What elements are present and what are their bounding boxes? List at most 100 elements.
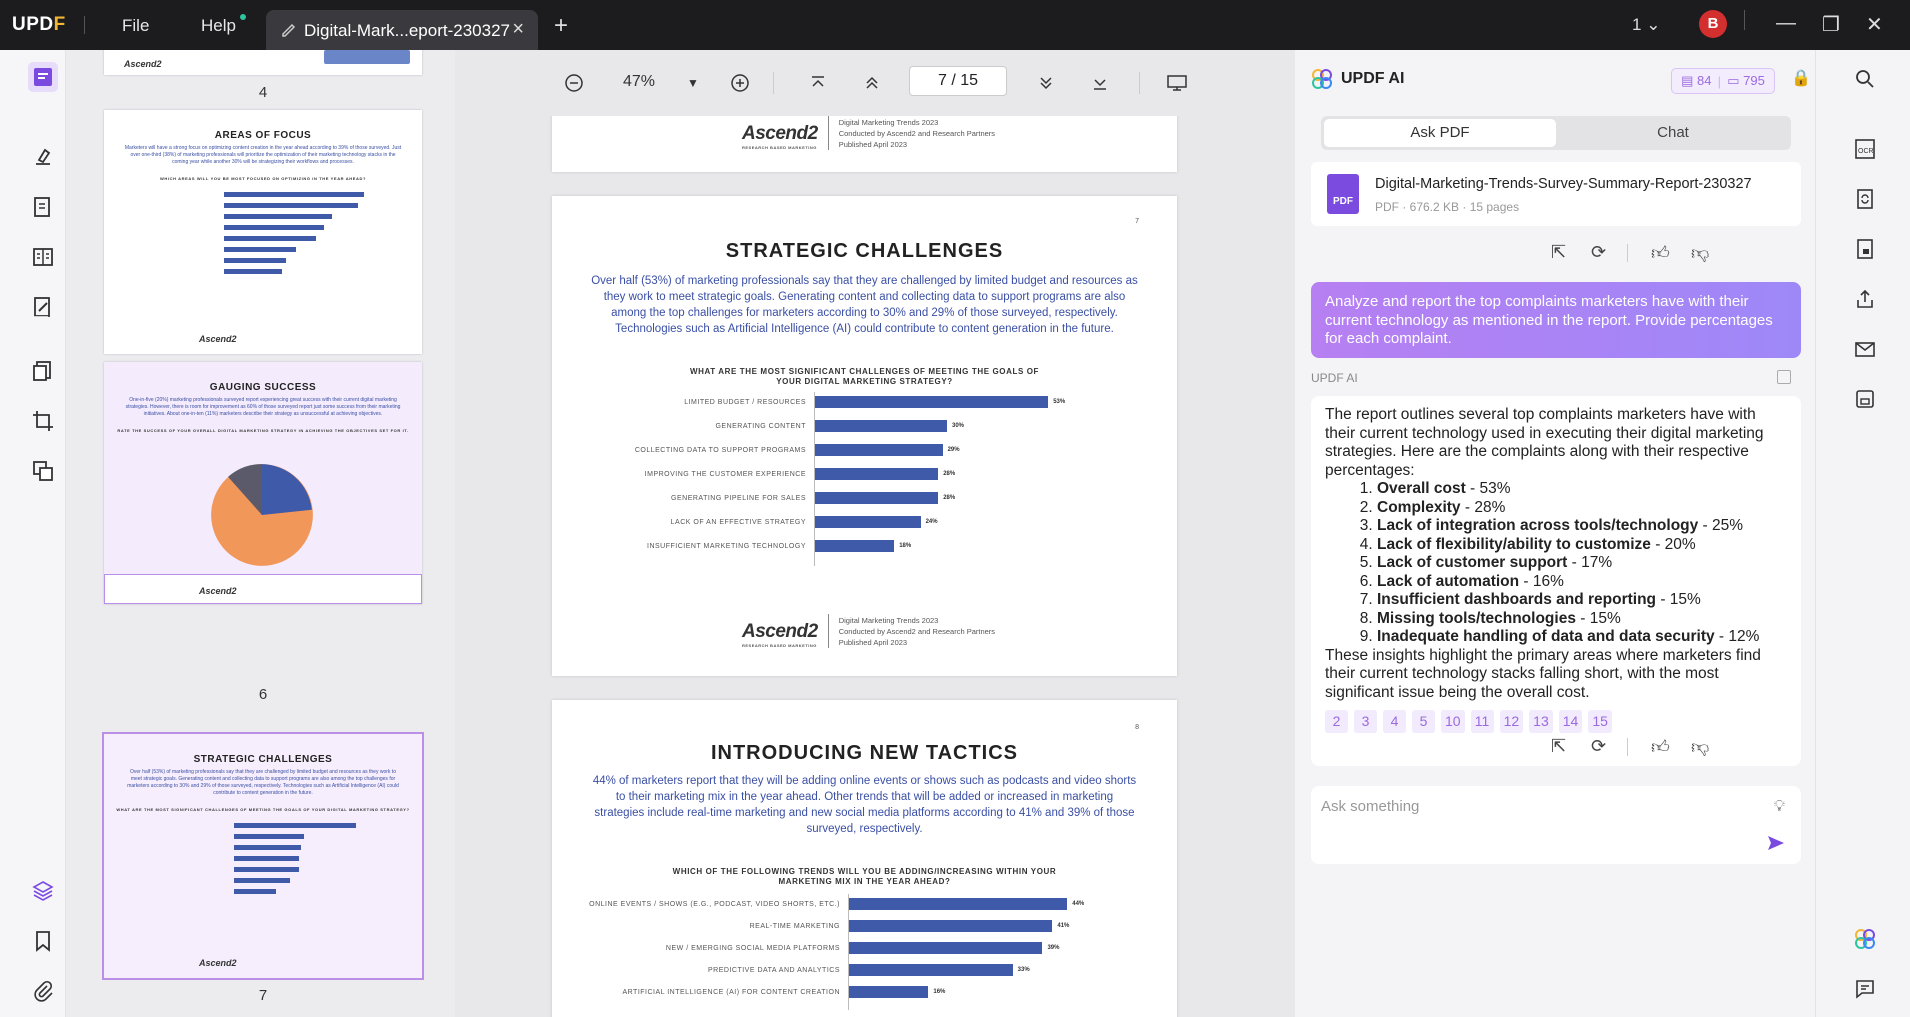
crop-button[interactable] [28,406,58,436]
bookmark-button[interactable] [28,926,58,956]
page-number-input[interactable]: 7 / 15 [909,66,1007,96]
complaint-item: Overall cost - 53% [1377,480,1787,499]
thumb-footer-strip [104,574,422,604]
presentation-icon[interactable] [1164,70,1190,96]
chart-question: WHICH OF THE FOLLOWING TRENDS WILL YOU B… [552,867,1177,887]
send-icon[interactable] [1767,834,1785,852]
divider [1627,244,1628,262]
thumbnail-page-5[interactable]: AREAS OF FOCUS Marketers will have a str… [104,110,422,354]
reader-mode-button[interactable] [28,62,58,92]
bar-label: NEW / EMERGING SOCIAL MEDIA PLATFORMS [665,945,840,952]
bar-row: ONLINE EVENTS / SHOWS (E.G., PODCAST, VI… [552,894,1084,918]
bar-label: LIMITED BUDGET / RESOURCES [684,399,806,406]
zoom-in-icon[interactable] [727,70,753,96]
credits-badge[interactable]: ▤ 84 | ▭ 795 [1671,68,1775,94]
thumbnail-page-4[interactable]: Ascend2 [104,50,422,75]
bar-label: LACK OF AN EFFECTIVE STRATEGY [670,519,806,526]
regenerate-icon[interactable]: ⟳ [1591,242,1606,263]
email-icon[interactable] [1852,336,1878,362]
share-icon[interactable]: ⇱ [1551,242,1566,263]
thumb-brand: Ascend2 [199,958,237,968]
new-tab-button[interactable]: + [554,12,568,40]
thumb-question: WHAT ARE THE MOST SIGNIFICANT CHALLENGES… [116,807,410,812]
ask-input-box[interactable]: Ask something 💡︎ [1311,786,1801,864]
divider [34,316,48,317]
edit-icon [282,23,296,37]
convert-icon[interactable] [1852,186,1878,212]
thumbnail-number: 6 [258,686,268,703]
document-viewer[interactable]: Ascend2 RESEARCH BASED MARKETING Digital … [455,50,1295,1017]
edit-document-icon [34,197,50,217]
fill-sign-button[interactable] [28,292,58,322]
page-layout-button[interactable] [28,242,58,272]
menu-help[interactable]: Help [201,16,236,36]
ask-input[interactable]: Ask something [1321,798,1419,815]
regenerate-icon[interactable]: ⟳ [1591,736,1606,757]
menu-file[interactable]: File [122,16,149,36]
first-page-icon[interactable] [805,70,831,96]
share-icon[interactable]: ⇱ [1551,736,1566,757]
last-page-icon[interactable] [1087,70,1113,96]
avatar[interactable]: B [1699,10,1727,38]
zoom-level[interactable]: 47% [623,73,655,91]
thumb-question: WHICH AREAS WILL YOU BE MOST FOCUSED ON … [160,176,366,181]
edit-pdf-button[interactable] [28,192,58,222]
thumbnail-page-7[interactable]: STRATEGIC CHALLENGES Over half (53%) of … [102,732,424,980]
bar [849,942,1043,954]
updf-ai-icon[interactable] [1852,926,1878,952]
thumbs-down-icon[interactable]: 👎︎ [1691,736,1709,758]
crop-icon [33,411,53,431]
tools-button[interactable] [28,456,58,486]
search-icon[interactable] [1852,66,1878,92]
thumb-title: GAUGING SUCCESS [209,382,317,393]
answer-outro: These insights highlight the primary are… [1325,646,1761,701]
thumb-text: Marketers will have a strong focus on op… [124,145,402,165]
tab-ask-pdf[interactable]: Ask PDF [1324,119,1556,147]
tools-icon [33,461,53,481]
close-tab-icon[interactable]: × [512,18,524,41]
restore-icon[interactable]: ❐ [1822,12,1840,37]
previous-page-icon[interactable] [859,70,885,96]
ocr-icon[interactable]: OCR [1852,136,1878,162]
bar-value-label: 28% [943,471,956,477]
bar-label: IMPROVING THE CUSTOMER EXPERIENCE [644,471,806,478]
window-page-select[interactable]: 1 ⌄ [1632,15,1660,35]
minimize-icon[interactable]: — [1776,12,1796,35]
complaints-list: Overall cost - 53%Complexity - 28%Lack o… [1351,480,1787,647]
page-7: 7 STRATEGIC CHALLENGES Over half (53%) o… [552,196,1177,676]
divider [1139,72,1140,94]
protect-icon[interactable] [1852,236,1878,262]
prompt-suggestions-icon[interactable]: 💡︎ [1774,798,1785,816]
bar-value-label: 41% [1057,923,1070,929]
thumbnail-page-6[interactable]: GAUGING SUCCESS One-in-five (20%) market… [104,362,422,604]
complaint-item: Inadequate handling of data and data sec… [1377,628,1787,647]
comment-button[interactable] [28,142,58,172]
bar-row: INSUFFICIENT MARKETING TECHNOLOGY 18% [552,536,1052,560]
tab-chat[interactable]: Chat [1557,119,1789,147]
zoom-out-icon[interactable] [561,70,587,96]
next-page-icon[interactable] [1033,70,1059,96]
thumbs-up-icon[interactable]: 👍︎ [1651,242,1670,264]
bar [849,920,1053,932]
answer-actions: ⇱ ⟳ 👍︎ 👎︎ [1311,730,1801,766]
save-icon[interactable] [1852,386,1878,412]
close-window-icon[interactable]: ✕ [1866,12,1883,37]
share-export-icon[interactable] [1852,286,1878,312]
page-number: 7 [1135,218,1139,225]
ai-panel-header: UPDF AI [1311,68,1404,90]
document-tab[interactable]: Digital-Mark...eport-230327 × [266,10,538,50]
layers-button[interactable] [28,876,58,906]
ascend2-logo: Ascend2 RESEARCH BASED MARKETING [742,614,829,648]
copy-icon[interactable] [1777,370,1791,384]
zoom-dropdown-icon[interactable]: ▼ [680,70,706,96]
bar [815,396,1049,408]
ai-response-label: UPDF AI [1311,371,1358,385]
organize-pages-button[interactable] [28,356,58,386]
thumbs-down-icon[interactable]: 👎︎ [1691,242,1709,264]
attachment-button[interactable] [28,976,58,1006]
comments-icon[interactable] [1852,976,1878,1002]
bar [815,492,939,504]
right-toolbar: OCR [1815,50,1910,1017]
lock-icon[interactable]: 🔒 [1791,68,1811,88]
thumbs-up-icon[interactable]: 👍︎ [1651,736,1670,758]
